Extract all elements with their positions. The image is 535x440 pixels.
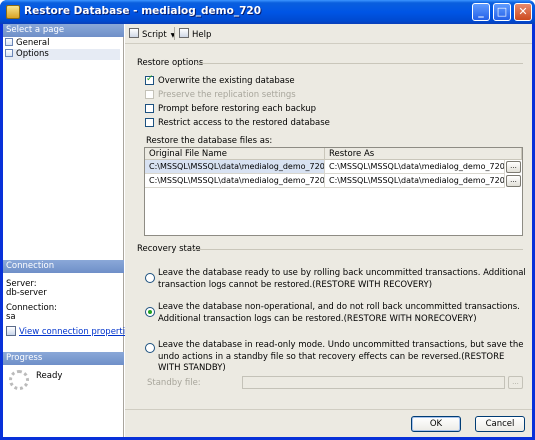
- restore-with-standby-label: Leave the database in read-only mode. Un…: [158, 340, 524, 373]
- cancel-button[interactable]: Cancel: [475, 416, 525, 432]
- preserve-replication-label: Preserve the replication settings: [158, 90, 296, 100]
- progress-status: Ready: [36, 371, 63, 381]
- restrict-access-checkbox[interactable]: [145, 118, 154, 127]
- restore-files-label: Restore the database files as:: [146, 136, 273, 146]
- standby-file-label: Standby file:: [147, 378, 201, 388]
- page-item-general[interactable]: General: [5, 38, 50, 49]
- help-icon: [179, 28, 189, 38]
- restore-with-norecovery-radio[interactable]: [145, 307, 155, 317]
- help-button[interactable]: Help: [179, 28, 211, 40]
- connection-header: Connection: [3, 260, 124, 273]
- grid-cell-restore-as[interactable]: C:\MSSQL\MSSQL\data\medialog_demo_720_l.…: [325, 174, 505, 188]
- restore-with-standby-radio[interactable]: [145, 343, 155, 353]
- minimize-button[interactable]: _: [472, 3, 490, 21]
- connection-value: sa: [6, 312, 16, 322]
- overwrite-checkbox[interactable]: [145, 74, 154, 85]
- grid-cell-original[interactable]: C:\MSSQL\MSSQL\data\medialog_demo_720.md…: [145, 160, 325, 174]
- column-header-restore-as[interactable]: Restore As: [325, 148, 522, 160]
- view-connection-properties-link[interactable]: View connection properties: [19, 327, 135, 337]
- database-icon: [6, 5, 20, 19]
- recovery-state-divider: [191, 249, 523, 250]
- window-title: Restore Database - medialog_demo_720: [24, 5, 261, 17]
- connection-properties-icon: [6, 326, 16, 336]
- browse-file-button[interactable]: ...: [506, 161, 521, 173]
- prompt-before-restore-checkbox[interactable]: [145, 104, 154, 113]
- restore-with-recovery-radio[interactable]: [145, 273, 155, 283]
- grid-cell-original[interactable]: C:\MSSQL\MSSQL\data\medialog_demo_720_l.…: [145, 174, 325, 188]
- page-item-options[interactable]: Options: [5, 49, 120, 60]
- page-item-label: General: [16, 38, 50, 48]
- toolbar-separator: [174, 27, 175, 40]
- restore-with-norecovery-label: Leave the database non-operational, and …: [158, 302, 520, 324]
- ok-button[interactable]: OK: [411, 416, 461, 432]
- standby-browse-button[interactable]: ...: [508, 376, 523, 389]
- overwrite-label: Overwrite the existing database: [158, 76, 295, 86]
- script-icon: [129, 28, 139, 38]
- restrict-access-label: Restrict access to the restored database: [158, 118, 330, 128]
- maximize-button[interactable]: □: [493, 3, 511, 21]
- page-item-label: Options: [16, 49, 49, 59]
- button-bar: [125, 409, 532, 437]
- prompt-before-restore-label: Prompt before restoring each backup: [158, 104, 317, 114]
- close-button[interactable]: ✕: [514, 3, 532, 21]
- column-header-original[interactable]: Original File Name: [145, 148, 325, 160]
- page-icon: [5, 38, 13, 46]
- preserve-replication-checkbox[interactable]: [145, 90, 154, 99]
- server-value: db-server: [6, 288, 47, 298]
- browse-file-button[interactable]: ...: [506, 175, 521, 187]
- script-button[interactable]: Script ▼: [129, 28, 175, 40]
- restore-options-divider: [196, 63, 523, 64]
- grid-cell-restore-as[interactable]: C:\MSSQL\MSSQL\data\medialog_demo_720.md…: [325, 160, 505, 174]
- help-label: Help: [192, 30, 212, 40]
- select-page-header: Select a page: [3, 24, 124, 37]
- standby-file-input[interactable]: [242, 376, 505, 389]
- script-label: Script: [142, 30, 167, 40]
- progress-spinner-icon: [9, 370, 29, 390]
- restore-with-recovery-label: Leave the database ready to use by rolli…: [158, 268, 526, 290]
- progress-header: Progress: [3, 352, 124, 365]
- restore-options-header: Restore options: [137, 58, 204, 68]
- page-icon: [5, 49, 13, 57]
